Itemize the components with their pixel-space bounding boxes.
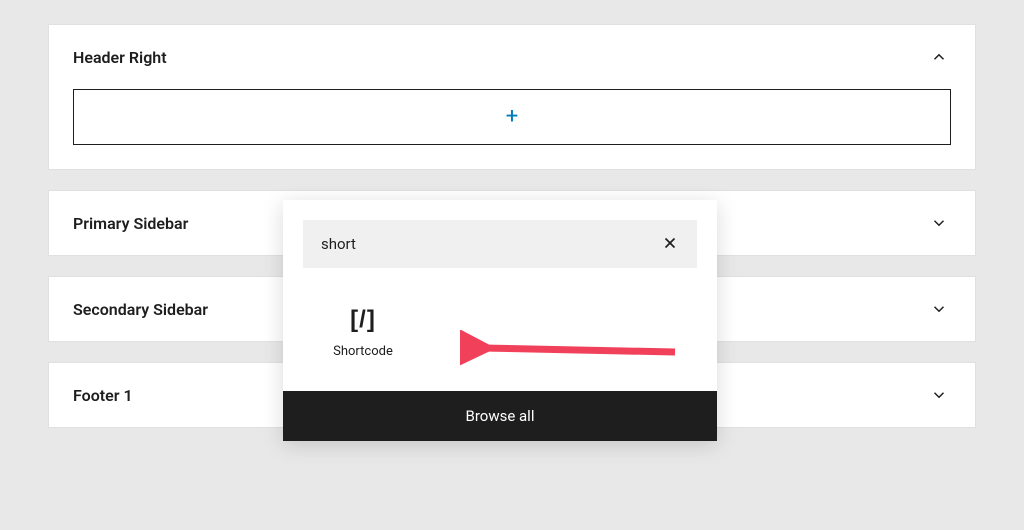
widget-area-title: Primary Sidebar <box>73 214 188 233</box>
block-inserter-popover: [/] Shortcode Browse all <box>283 200 717 441</box>
block-item-shortcode[interactable]: [/] Shortcode <box>303 296 423 369</box>
widget-area-header-right: Header Right + <box>48 24 976 170</box>
widget-area-toggle[interactable]: Header Right <box>49 25 975 89</box>
browse-all-label: Browse all <box>466 407 535 425</box>
shortcode-icon: [/] <box>350 306 376 334</box>
search-box <box>303 220 697 268</box>
add-block-button[interactable]: + <box>73 89 951 145</box>
chevron-up-icon <box>927 45 951 69</box>
search-wrapper <box>283 200 717 278</box>
chevron-down-icon <box>927 297 951 321</box>
block-item-label: Shortcode <box>333 344 393 359</box>
clear-search-button[interactable] <box>661 234 679 255</box>
chevron-down-icon <box>927 383 951 407</box>
plus-icon: + <box>506 106 518 128</box>
block-results: [/] Shortcode <box>283 278 717 391</box>
widget-area-title: Header Right <box>73 48 167 67</box>
widget-area-title: Footer 1 <box>73 386 133 405</box>
browse-all-button[interactable]: Browse all <box>283 391 717 441</box>
block-search-input[interactable] <box>321 235 661 253</box>
widget-area-title: Secondary Sidebar <box>73 300 208 319</box>
chevron-down-icon <box>927 211 951 235</box>
widget-area-body: + <box>49 89 975 169</box>
close-icon <box>661 234 679 255</box>
